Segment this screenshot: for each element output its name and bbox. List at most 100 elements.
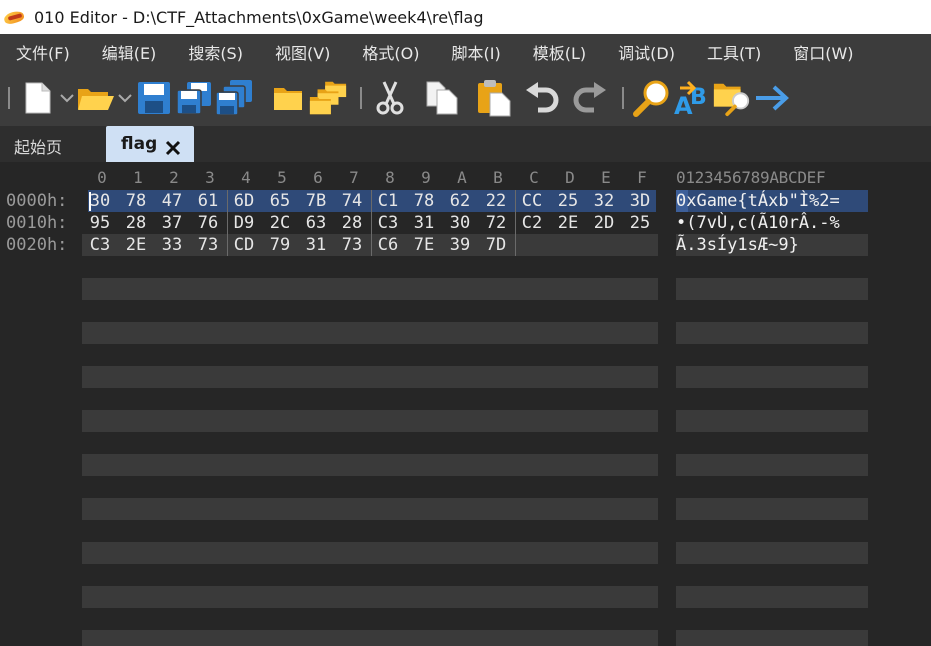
ascii-text[interactable]: •(7vÙ,c(Ã10rÂ.-%: [676, 213, 840, 233]
hex-byte[interactable]: C3: [85, 235, 115, 255]
copy-button[interactable]: [422, 76, 462, 120]
hex-byte[interactable]: CC: [517, 191, 547, 211]
hex-byte[interactable]: 25: [625, 213, 655, 233]
open-folders-button[interactable]: [308, 76, 348, 120]
tab-flag[interactable]: flag: [106, 126, 194, 164]
hex-byte[interactable]: 28: [121, 213, 151, 233]
hex-byte[interactable]: 7D: [481, 235, 511, 255]
menu-view[interactable]: 视图(V): [259, 40, 330, 64]
ascii-text[interactable]: 0xGame{tÁxb"Ì%2=: [676, 191, 840, 211]
goto-button[interactable]: [752, 76, 792, 120]
hex-byte[interactable]: C3: [373, 213, 403, 233]
hex-byte[interactable]: 30: [445, 213, 475, 233]
hex-byte[interactable]: 6D: [229, 191, 259, 211]
text-cursor: [89, 192, 91, 211]
find-in-files-button[interactable]: [712, 76, 752, 120]
row-stripe: [676, 322, 868, 344]
row-stripe: [82, 454, 658, 476]
menu-scripts[interactable]: 脚本(I): [436, 40, 501, 64]
toolbar-separator: [360, 87, 362, 109]
hex-byte[interactable]: 63: [301, 213, 331, 233]
tab-flag-label: flag: [121, 134, 158, 154]
folders-icon: [309, 81, 347, 115]
menu-file[interactable]: 文件(F): [0, 40, 70, 64]
close-icon[interactable]: [164, 139, 182, 157]
row-stripe: [82, 586, 658, 608]
search-icon: [633, 80, 669, 117]
hex-byte[interactable]: 2D: [589, 213, 619, 233]
hex-byte[interactable]: 33: [157, 235, 187, 255]
save-button[interactable]: [134, 76, 174, 120]
hex-byte[interactable]: 73: [193, 235, 223, 255]
new-file-dropdown[interactable]: [58, 76, 76, 120]
open-file-dropdown[interactable]: [116, 76, 134, 120]
open-file-button[interactable]: [76, 76, 116, 120]
menu-format[interactable]: 格式(O): [346, 40, 419, 64]
hex-byte[interactable]: 22: [481, 191, 511, 211]
menu-tools[interactable]: 工具(T): [691, 40, 761, 64]
hex-editor[interactable]: 0123456789ABCDEF 0123456789ABCDEF 0000h:…: [0, 162, 931, 646]
save-all-button[interactable]: [214, 76, 254, 120]
hex-byte[interactable]: 62: [445, 191, 475, 211]
hex-byte[interactable]: 78: [409, 191, 439, 211]
open-workspace-button[interactable]: [268, 76, 308, 120]
cut-button[interactable]: [370, 76, 410, 120]
hex-byte[interactable]: 37: [157, 213, 187, 233]
row-stripe: [676, 586, 868, 608]
hex-byte[interactable]: 7B: [301, 191, 331, 211]
hex-byte[interactable]: C1: [373, 191, 403, 211]
hex-byte[interactable]: 65: [265, 191, 295, 211]
row-address: 0020h:: [6, 235, 68, 255]
menu-debug[interactable]: 调试(D): [602, 40, 675, 64]
undo-icon: [526, 82, 559, 113]
toolbar-separator: [622, 87, 624, 109]
replace-button[interactable]: A B: [672, 76, 712, 120]
hex-byte[interactable]: D9: [229, 213, 259, 233]
hex-byte[interactable]: 31: [409, 213, 439, 233]
row-stripe: [676, 454, 868, 476]
column-header: 4: [241, 168, 251, 187]
hex-byte[interactable]: 28: [337, 213, 367, 233]
replace-icon: A B: [674, 80, 707, 118]
hex-byte[interactable]: 31: [301, 235, 331, 255]
save-as-button[interactable]: [174, 76, 214, 120]
undo-button[interactable]: [522, 76, 562, 120]
hex-byte[interactable]: 2E: [121, 235, 151, 255]
menu-templates[interactable]: 模板(L): [517, 40, 586, 64]
hex-byte[interactable]: 3D: [625, 191, 655, 211]
paste-button[interactable]: [474, 76, 514, 120]
hex-byte[interactable]: 25: [553, 191, 583, 211]
menu-edit[interactable]: 编辑(E): [86, 40, 157, 64]
row-stripe: [82, 278, 658, 300]
hex-byte[interactable]: C6: [373, 235, 403, 255]
menu-window[interactable]: 窗口(W): [777, 40, 853, 64]
hex-byte[interactable]: 2C: [265, 213, 295, 233]
ascii-text[interactable]: Ã.3sÍy1sÆ~9}: [676, 235, 799, 255]
row-stripe: [676, 630, 868, 646]
tab-start-page[interactable]: 起始页: [14, 134, 62, 158]
hex-byte[interactable]: 78: [121, 191, 151, 211]
hex-byte[interactable]: 76: [193, 213, 223, 233]
hex-byte[interactable]: 39: [445, 235, 475, 255]
hex-byte[interactable]: 7E: [409, 235, 439, 255]
find-button[interactable]: [632, 76, 672, 120]
hex-byte[interactable]: 95: [85, 213, 115, 233]
row-stripe: [676, 498, 868, 520]
hex-byte[interactable]: 2E: [553, 213, 583, 233]
column-header: 6: [313, 168, 323, 187]
hex-byte[interactable]: 73: [337, 235, 367, 255]
row-stripe: [82, 542, 658, 564]
new-file-icon: [25, 82, 51, 114]
new-file-button[interactable]: [18, 76, 58, 120]
hex-byte[interactable]: 79: [265, 235, 295, 255]
redo-button[interactable]: [570, 76, 610, 120]
hex-byte[interactable]: 74: [337, 191, 367, 211]
hex-byte[interactable]: 47: [157, 191, 187, 211]
hex-byte[interactable]: 32: [589, 191, 619, 211]
hex-byte[interactable]: C2: [517, 213, 547, 233]
column-header: C: [529, 168, 539, 187]
menu-search[interactable]: 搜索(S): [172, 40, 243, 64]
hex-byte[interactable]: 61: [193, 191, 223, 211]
hex-byte[interactable]: 72: [481, 213, 511, 233]
hex-byte[interactable]: CD: [229, 235, 259, 255]
